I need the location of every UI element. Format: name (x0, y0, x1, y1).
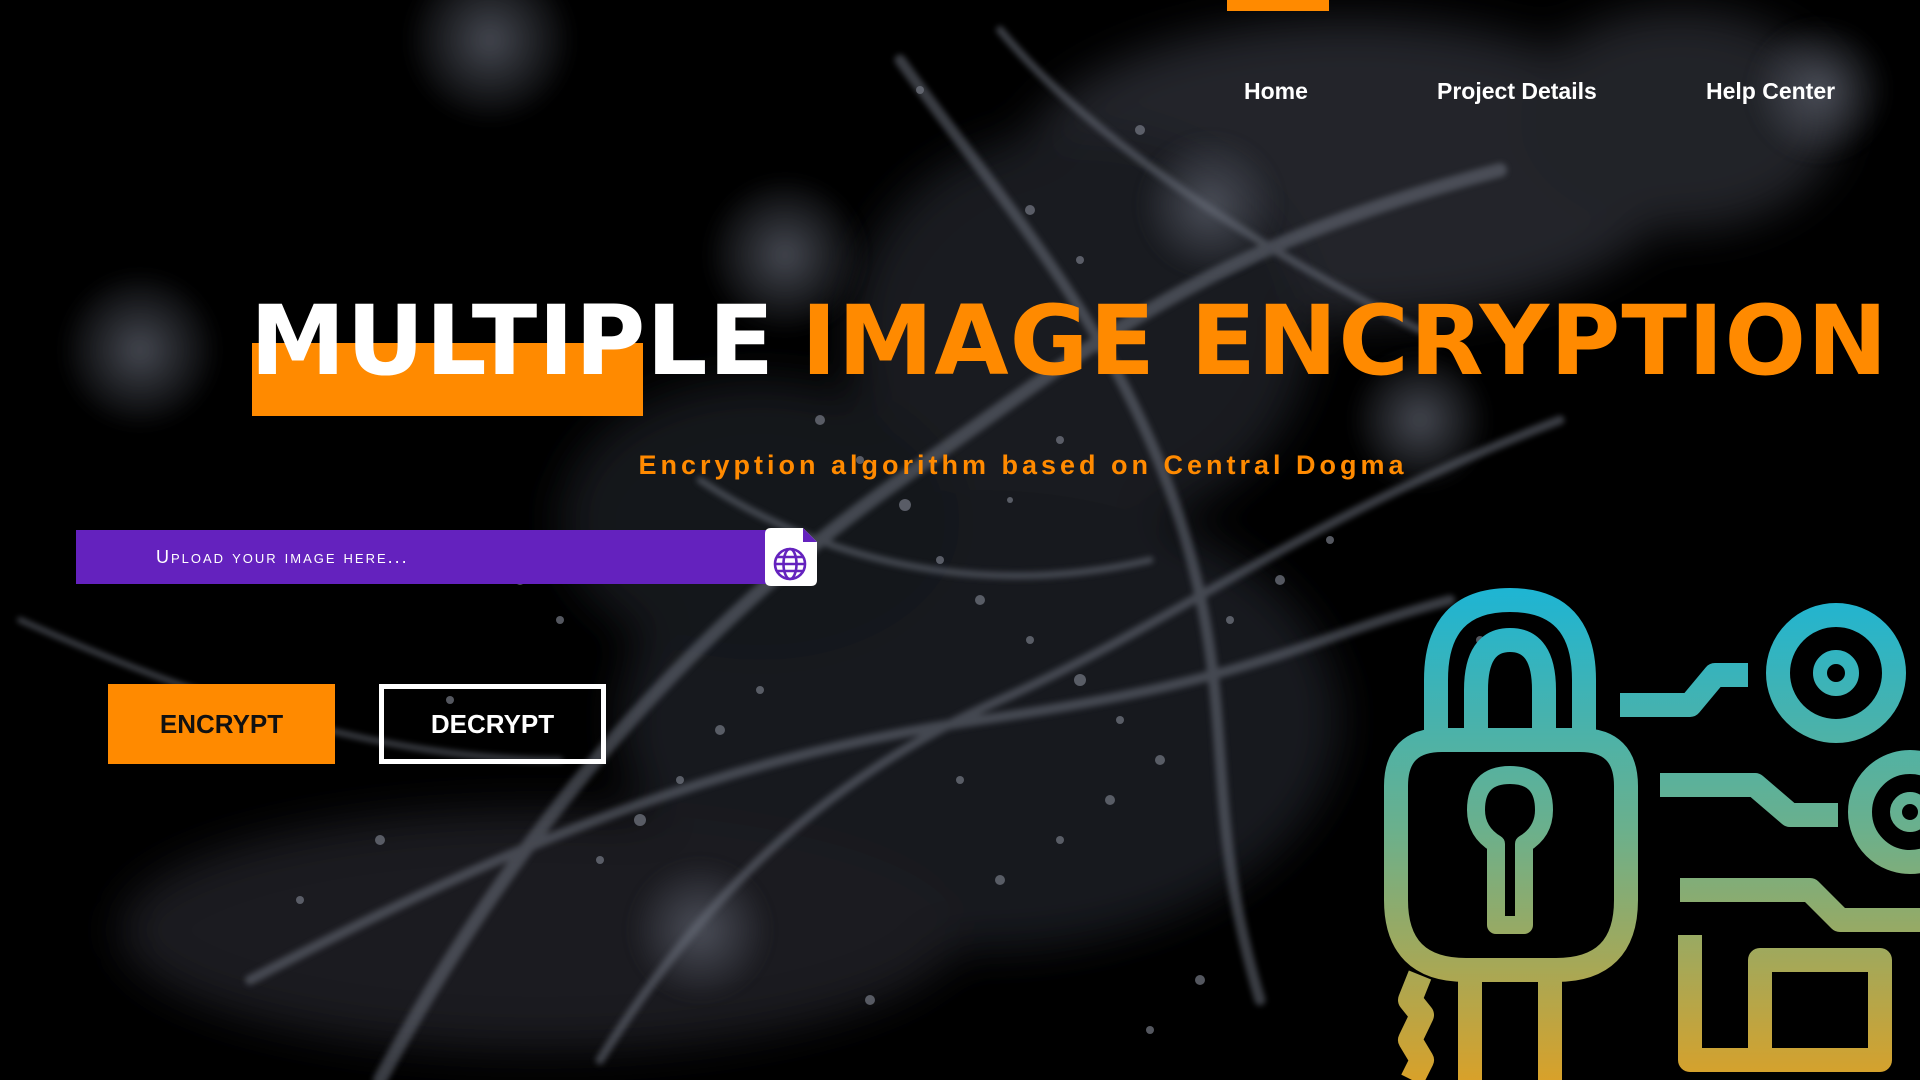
decrypt-button[interactable]: DECRYPT (379, 684, 606, 764)
page-title-part1: MULTIPLE (250, 285, 776, 397)
page: Home Project Details Help Center MULTIPL… (0, 0, 1920, 1080)
nav-item-help-center[interactable]: Help Center (1706, 78, 1835, 105)
nav-item-project-details[interactable]: Project Details (1437, 78, 1597, 105)
page-title: MULTIPLE IMAGE ENCRYPTION (250, 286, 1889, 396)
upload-placeholder: Upload your image here... (156, 546, 409, 567)
padlock-circuit-icon (1384, 588, 1920, 1080)
nav-item-home[interactable]: Home (1244, 78, 1308, 105)
encrypt-button[interactable]: ENCRYPT (108, 684, 335, 764)
upload-field[interactable]: Upload your image here... (76, 530, 766, 584)
page-subtitle: Encryption algorithm based on Central Do… (638, 450, 1408, 480)
page-title-part2: IMAGE ENCRYPTION (801, 285, 1889, 397)
top-nav: Home Project Details Help Center (0, 78, 1920, 108)
top-accent-bar (1227, 0, 1329, 11)
file-globe-icon[interactable] (763, 526, 819, 588)
